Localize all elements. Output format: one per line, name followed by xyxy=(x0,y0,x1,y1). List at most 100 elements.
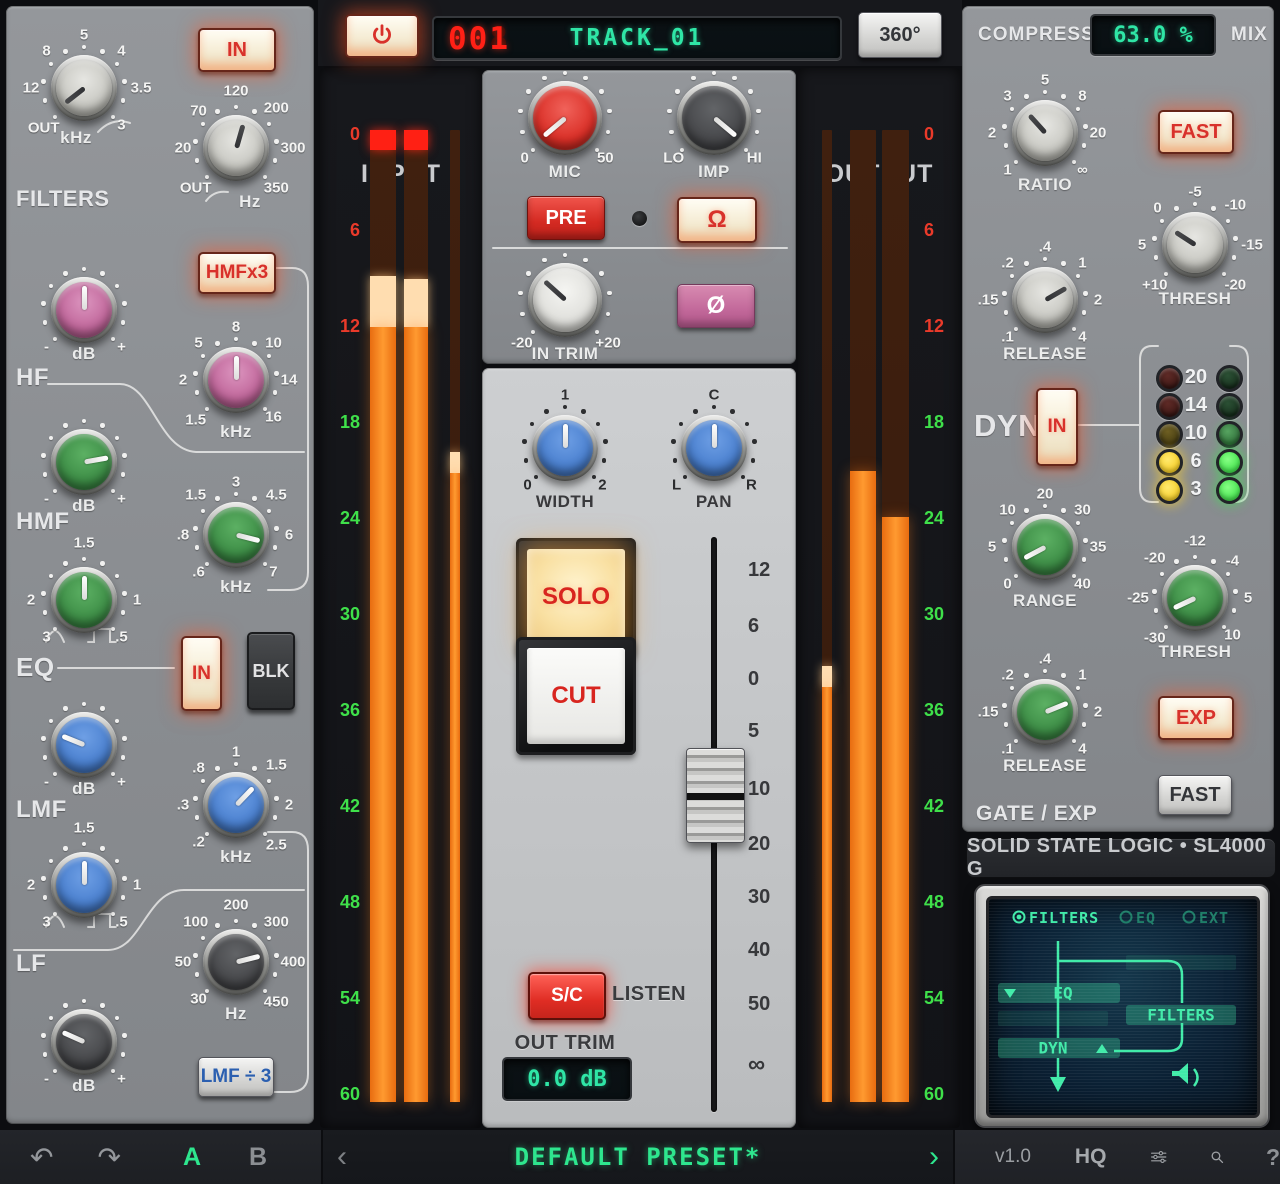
fader-scale-label: 10 xyxy=(748,778,771,800)
gate-thresh-tick xyxy=(1211,559,1216,564)
gate-range-tick-label: 35 xyxy=(1089,538,1107,556)
hp-filter-freq-knob[interactable]: OUT 12 8 5 4 3.5 3 kHz xyxy=(23,27,152,148)
hmf-gain-unit-label: dB xyxy=(72,496,96,515)
comp-ratio-tick xyxy=(1071,159,1077,165)
lmf-gain-tick xyxy=(52,771,58,777)
comp-ratio-knob[interactable]: 1 2 3 5 8 20 ∞ RATIO xyxy=(988,72,1107,195)
radio-eq-label[interactable]: EQ xyxy=(1136,909,1156,927)
blk-button[interactable]: BLK xyxy=(247,632,295,710)
mic-gain-tick-label: 0 xyxy=(520,149,529,167)
ab-compare-a[interactable]: A xyxy=(183,1143,201,1172)
lf-freq-tick-label: 100 xyxy=(183,913,209,931)
gate-range-tick xyxy=(1013,573,1019,579)
lmf-gain-knob[interactable]: - + dB xyxy=(41,701,127,798)
impedance-ohm-button[interactable]: Ω xyxy=(677,197,757,243)
lmf-q-knob[interactable]: 3 2 1.5 1.5 xyxy=(27,820,141,931)
pre-button[interactable]: PRE xyxy=(527,196,605,240)
fader-handle[interactable] xyxy=(686,748,745,843)
pan-knob[interactable]: L C R PAN xyxy=(671,387,757,511)
gate-range-unit-label: RANGE xyxy=(1013,591,1077,610)
hf-freq-knob[interactable]: 1.5 2 5 8 10 14 16 kHz xyxy=(179,319,298,442)
mic-gain-knob[interactable]: 0 50 MIC xyxy=(518,70,614,181)
hmf-freq-tick-label: .8 xyxy=(176,526,190,544)
lp-filter-freq-knob[interactable]: OUT 20 70 120 200 300 350 Hz xyxy=(175,83,306,212)
rotate-360-button[interactable]: 360° xyxy=(858,12,942,58)
radio-filters-label[interactable]: FILTERS xyxy=(1029,909,1099,927)
in-trim-tick-label: -20 xyxy=(511,334,533,352)
hp-filter-freq-tick-label: 8 xyxy=(42,42,51,60)
lf-freq-knob[interactable]: 30 50 100 200 300 400 450 Hz xyxy=(175,897,306,1024)
hmf-freq-tick xyxy=(262,561,268,567)
comp-ratio-tick xyxy=(1083,124,1088,129)
gate-thresh-tick-label: 5 xyxy=(1243,589,1253,607)
lmf-q-tick xyxy=(48,858,54,864)
hf-gain-tick xyxy=(41,301,46,306)
in-trim-tick-label: +20 xyxy=(595,334,621,352)
hmf-x3-button[interactable]: HMFx3 xyxy=(198,252,276,294)
hmf-gain-knob[interactable]: - + dB xyxy=(41,418,127,515)
dyn-in-button[interactable]: IN xyxy=(1036,388,1078,466)
out-trim-display[interactable]: 0.0 dB xyxy=(502,1057,632,1101)
preset-name[interactable]: DEFAULT PRESET* xyxy=(347,1143,929,1171)
settings-sliders-icon[interactable] xyxy=(1150,1145,1167,1169)
cut-button[interactable]: CUT xyxy=(516,637,636,755)
hmf-freq-knob[interactable]: .6 .8 1.5 3 4.5 6 7 kHz xyxy=(177,474,293,597)
filters-in-button[interactable]: IN xyxy=(198,28,276,72)
radio-ext-icon[interactable] xyxy=(1182,910,1196,924)
lmf-div3-button[interactable]: LMF ÷ 3 xyxy=(198,1057,274,1097)
hq-toggle[interactable]: HQ xyxy=(1075,1145,1107,1169)
routing-screen[interactable]: FILTERS EQ EXT EQ FILTERS DYN xyxy=(986,896,1260,1118)
gate-range-knob[interactable]: 0 5 10 20 30 35 40 RANGE xyxy=(988,486,1107,611)
comp-fast-button[interactable]: FAST xyxy=(1158,110,1234,154)
hf-gain-knob[interactable]: - + dB xyxy=(41,266,127,363)
ab-compare-b[interactable]: B xyxy=(249,1143,267,1172)
radio-eq-icon[interactable] xyxy=(1119,910,1133,924)
power-button[interactable] xyxy=(345,14,419,58)
hf-gain-tick-label: - xyxy=(44,338,50,356)
gate-thresh-knob[interactable]: -30 -25 -20 -12 -4 5 10 THRESH xyxy=(1127,533,1252,662)
meter-fill-segment xyxy=(882,517,909,1102)
eq-in-button[interactable]: IN xyxy=(181,636,222,711)
search-icon[interactable] xyxy=(1210,1144,1224,1170)
exp-button[interactable]: EXP xyxy=(1158,696,1234,740)
gate-fast-button[interactable]: FAST xyxy=(1158,775,1232,815)
redo-icon[interactable]: ↷ xyxy=(97,1141,120,1174)
hmf-q-tick xyxy=(100,561,105,566)
mix-value-display[interactable]: 63.0 % xyxy=(1090,14,1216,56)
imp-tick xyxy=(675,89,680,94)
routing-line-return xyxy=(1114,1023,1184,1053)
in-trim-knob[interactable]: -20 +20 IN TRIM xyxy=(511,252,621,363)
radio-ext-label[interactable]: EXT xyxy=(1199,909,1229,927)
track-display[interactable]: 888 001 TRACK_01 xyxy=(432,16,842,60)
lmf-freq-knob[interactable]: .2 .3 .8 1 1.5 2 2.5 kHz xyxy=(177,744,293,867)
pan-tick-label: R xyxy=(746,476,757,494)
width-knob[interactable]: 0 1 2 WIDTH xyxy=(522,387,608,511)
pan-unit-label: PAN xyxy=(695,492,733,511)
imp-tick xyxy=(669,129,674,135)
hmf-q-knob[interactable]: 3 2 1.5 1.5 xyxy=(27,535,141,646)
meter-peak-segment xyxy=(404,279,428,327)
lf-gain-knob[interactable]: - + dB xyxy=(41,998,127,1095)
hmf-gain-tick-label: + xyxy=(117,490,126,508)
lmf-gain-tick xyxy=(63,706,68,711)
preset-bar: ‹ DEFAULT PRESET* › xyxy=(323,1130,953,1184)
sidechain-listen-button[interactable]: S/C xyxy=(528,972,606,1020)
comp-thresh-knob[interactable]: +10 5 0 -5 -10 -15 -20 THRESH xyxy=(1138,184,1263,309)
preset-prev-icon[interactable]: ‹ xyxy=(337,1140,347,1174)
hmf-gain-tick xyxy=(110,488,116,494)
help-icon[interactable]: ? xyxy=(1266,1144,1280,1171)
fader-scale-label: 50 xyxy=(748,993,771,1015)
radio-filters-dot xyxy=(1016,914,1022,920)
lf-freq-tick xyxy=(252,923,257,928)
hmf-freq-tick xyxy=(252,496,257,501)
imp-tick-label: HI xyxy=(746,149,762,167)
fader-scale-label: 6 xyxy=(748,615,760,637)
gate-release-knob[interactable]: .1.15.2.4 1 2 4 RELEASE xyxy=(978,651,1103,776)
hf-gain-tick xyxy=(48,283,54,289)
imp-knob[interactable]: LO HI IMP xyxy=(663,70,762,181)
preset-next-icon[interactable]: › xyxy=(929,1140,939,1174)
comp-release-knob[interactable]: .1.15.2.4 1 2 4 RELEASE xyxy=(978,239,1103,364)
imp-tick-label: LO xyxy=(663,149,685,167)
undo-icon[interactable]: ↶ xyxy=(30,1141,53,1174)
phase-button[interactable]: Ø xyxy=(677,284,755,328)
